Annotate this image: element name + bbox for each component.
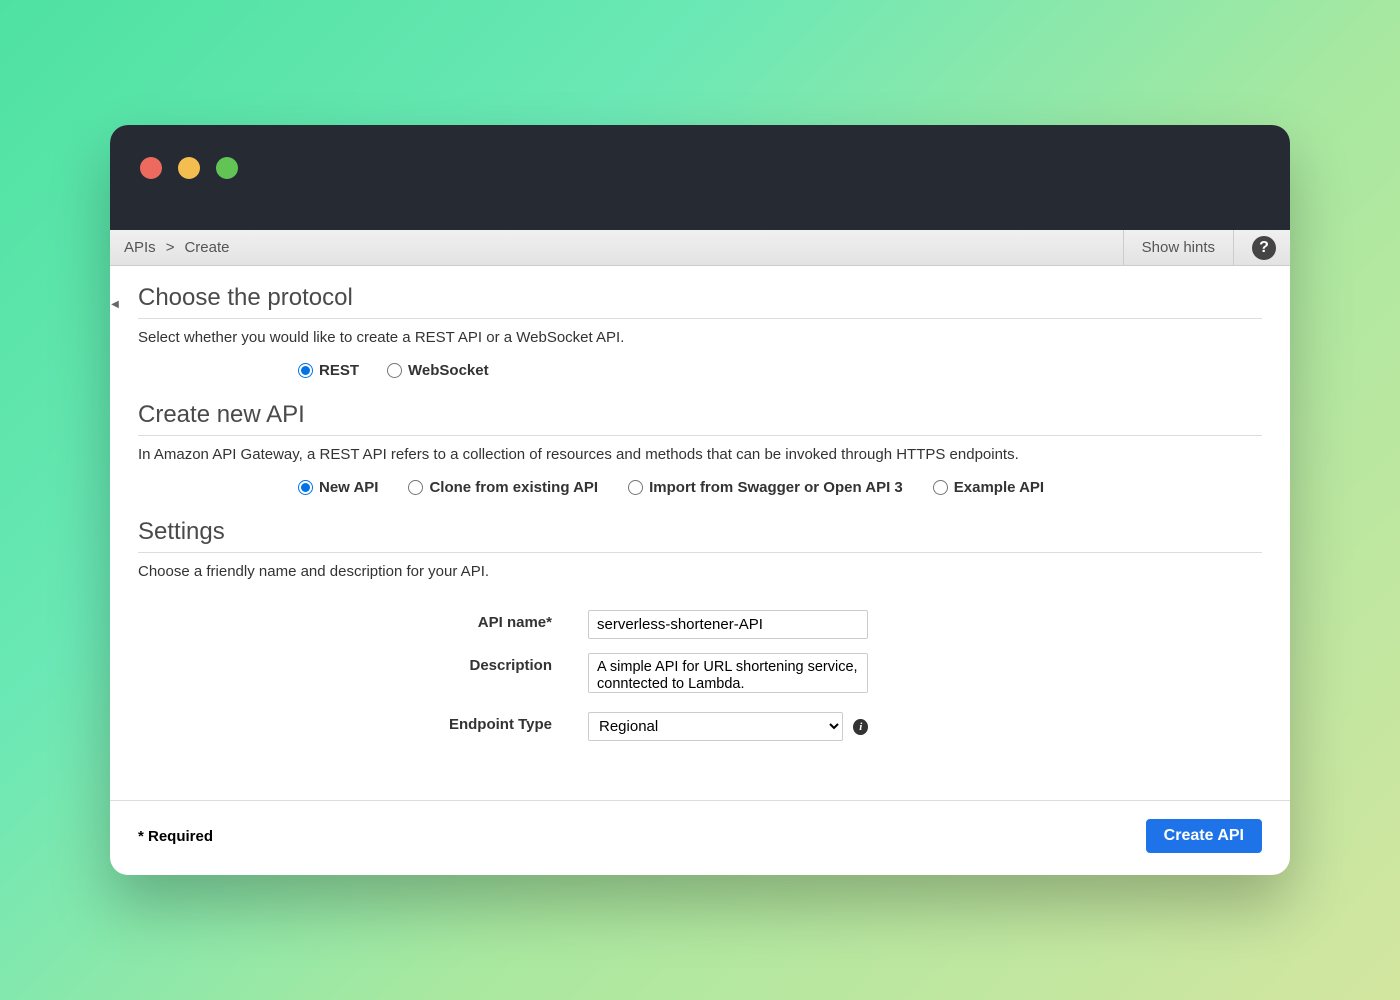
api-name-label: API name*: [138, 610, 588, 631]
minimize-window-icon[interactable]: [178, 157, 200, 179]
protocol-websocket-radio[interactable]: WebSocket: [387, 362, 489, 379]
toolbar-divider: [1123, 230, 1124, 266]
protocol-websocket-label: WebSocket: [408, 362, 489, 379]
create-import-radio[interactable]: Import from Swagger or Open API 3: [628, 479, 903, 496]
protocol-rest-label: REST: [319, 362, 359, 379]
protocol-description: Select whether you would like to create …: [138, 329, 1262, 346]
description-row: Description: [138, 653, 1262, 698]
settings-description: Choose a friendly name and description f…: [138, 563, 1262, 580]
api-name-row: API name*: [138, 610, 1262, 639]
create-example-input[interactable]: [933, 480, 948, 495]
breadcrumb-separator: >: [166, 239, 175, 256]
endpoint-row: Endpoint Type Regional i: [138, 712, 1262, 741]
create-import-input[interactable]: [628, 480, 643, 495]
create-new-radio[interactable]: New API: [298, 479, 378, 496]
protocol-radio-group: REST WebSocket: [298, 362, 1262, 379]
settings-form: API name* Description Endpoint Type Regi…: [138, 610, 1262, 741]
create-heading: Create new API: [138, 401, 1262, 436]
breadcrumb-current: Create: [184, 239, 229, 256]
create-example-label: Example API: [954, 479, 1044, 496]
create-api-button[interactable]: Create API: [1146, 819, 1262, 853]
create-clone-label: Clone from existing API: [429, 479, 598, 496]
create-new-input[interactable]: [298, 480, 313, 495]
endpoint-select[interactable]: Regional: [588, 712, 843, 741]
create-example-radio[interactable]: Example API: [933, 479, 1044, 496]
protocol-rest-radio[interactable]: REST: [298, 362, 359, 379]
info-icon[interactable]: i: [853, 719, 868, 735]
create-description: In Amazon API Gateway, a REST API refers…: [138, 446, 1262, 463]
description-textarea[interactable]: [588, 653, 868, 693]
footer: * Required Create API: [110, 800, 1290, 875]
protocol-heading: Choose the protocol: [138, 284, 1262, 319]
create-new-label: New API: [319, 479, 378, 496]
help-icon[interactable]: ?: [1252, 236, 1276, 260]
app-window: APIs > Create Show hints ? ◀ Choose the …: [110, 125, 1290, 875]
create-radio-group: New API Clone from existing API Import f…: [298, 479, 1262, 496]
sidebar-collapse-icon[interactable]: ◀: [110, 294, 120, 314]
required-note: * Required: [138, 828, 213, 845]
maximize-window-icon[interactable]: [216, 157, 238, 179]
create-clone-radio[interactable]: Clone from existing API: [408, 479, 598, 496]
traffic-lights: [140, 157, 238, 179]
close-window-icon[interactable]: [140, 157, 162, 179]
api-name-input[interactable]: [588, 610, 868, 639]
endpoint-label: Endpoint Type: [138, 712, 588, 733]
protocol-websocket-input[interactable]: [387, 363, 402, 378]
breadcrumb-root[interactable]: APIs: [124, 239, 156, 256]
protocol-rest-input[interactable]: [298, 363, 313, 378]
breadcrumb: APIs > Create: [124, 239, 229, 256]
titlebar: [110, 125, 1290, 230]
main-content: ◀ Choose the protocol Select whether you…: [110, 266, 1290, 800]
settings-heading: Settings: [138, 518, 1262, 553]
description-label: Description: [138, 653, 588, 674]
toolbar-divider: [1233, 230, 1234, 266]
create-clone-input[interactable]: [408, 480, 423, 495]
toolbar: APIs > Create Show hints ?: [110, 230, 1290, 266]
create-import-label: Import from Swagger or Open API 3: [649, 479, 903, 496]
show-hints-link[interactable]: Show hints: [1142, 239, 1215, 256]
